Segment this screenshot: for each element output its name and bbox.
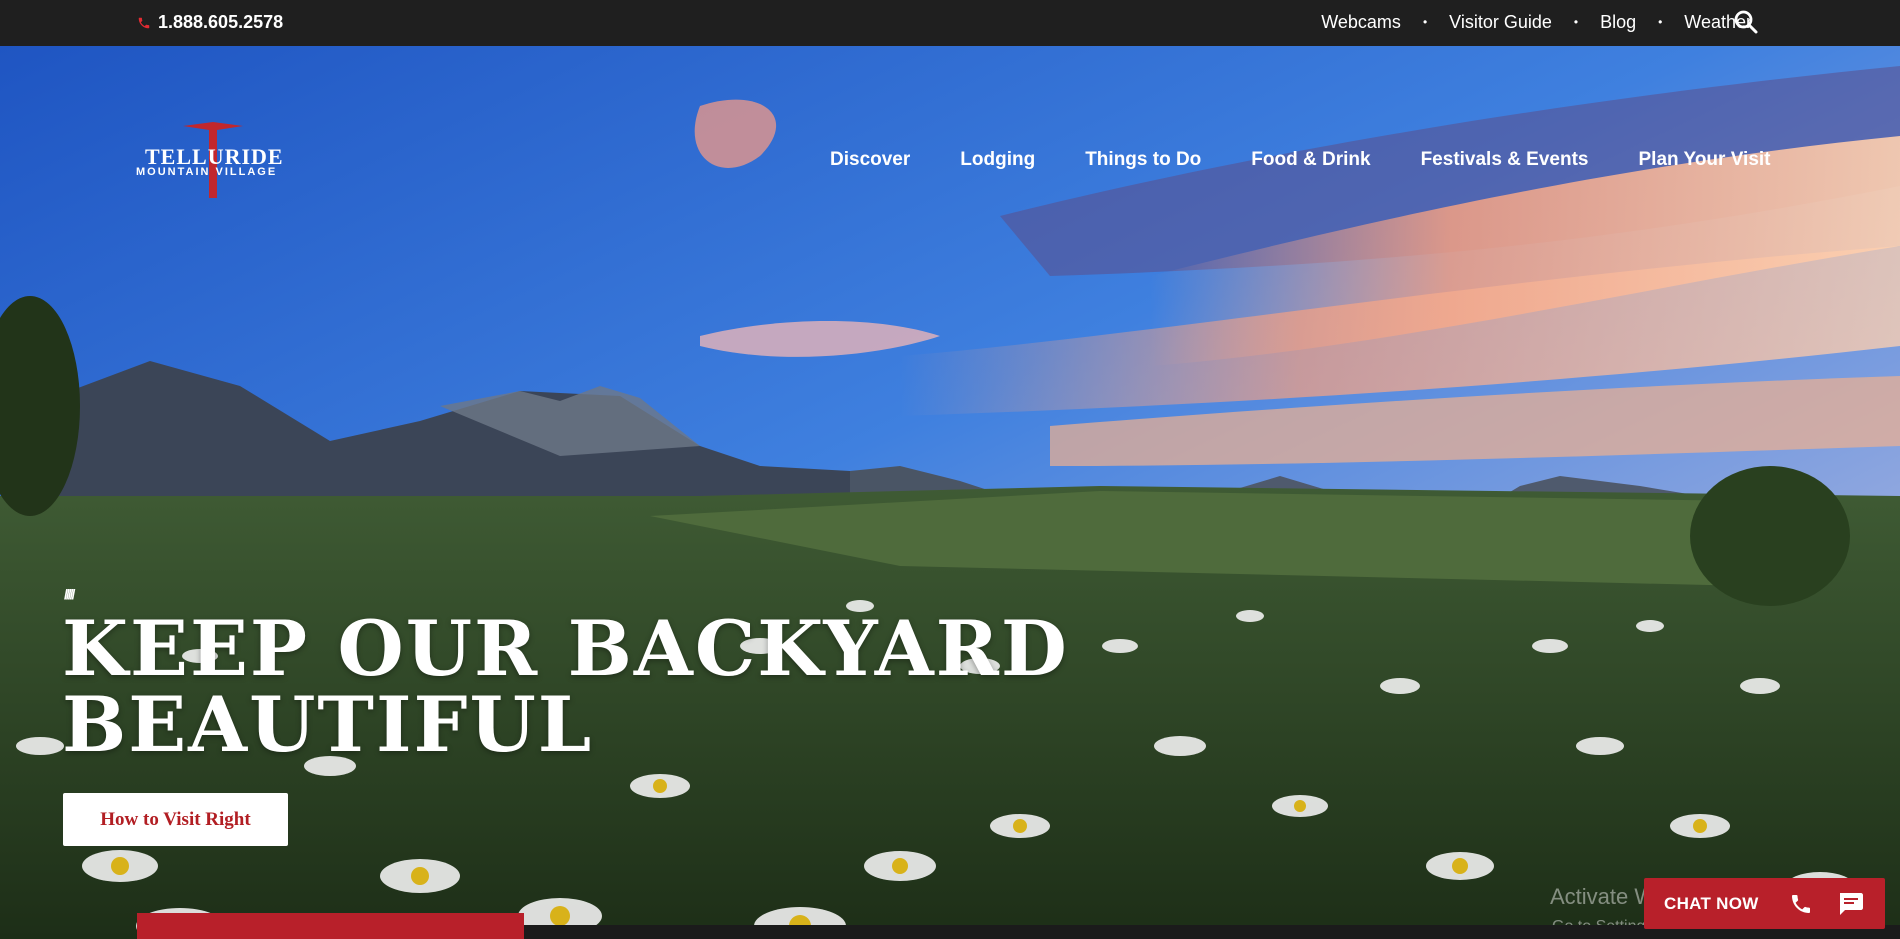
nav-plan-your-visit[interactable]: Plan Your Visit <box>1639 149 1771 171</box>
separator: • <box>1658 15 1663 29</box>
main-navigation: Discover Lodging Things to Do Food & Dri… <box>830 149 1771 171</box>
phone-icon <box>138 17 150 28</box>
headline-line-2: BEAUTIFUL <box>62 680 594 769</box>
utility-links: Webcams • Visitor Guide • Blog • Weather <box>1321 11 1752 33</box>
nav-food-drink[interactable]: Food & Drink <box>1251 149 1370 171</box>
top-utility-bar: 1.888.605.2578 Webcams • Visitor Guide •… <box>0 0 1900 46</box>
logo-line-2: MOUNTAIN VILLAGE <box>136 166 278 178</box>
hero-headline: KEEP OUR BACKYARD BEAUTIFUL <box>62 611 1162 763</box>
separator: • <box>1573 15 1579 29</box>
chat-now-label: CHAT NOW <box>1664 893 1759 913</box>
chat-now-button[interactable]: CHAT NOW <box>1644 878 1885 929</box>
separator: • <box>1422 15 1428 29</box>
phone-link[interactable]: 1.888.605.2578 <box>137 12 283 33</box>
red-tab-strip <box>137 913 524 939</box>
nav-lodging[interactable]: Lodging <box>960 149 1035 171</box>
nav-discover[interactable]: Discover <box>830 149 910 171</box>
phone-icon[interactable] <box>1789 892 1813 916</box>
search-icon[interactable] <box>1733 9 1759 35</box>
phone-number: 1.888.605.2578 <box>158 12 284 32</box>
blog-link[interactable]: Blog <box>1600 12 1636 33</box>
how-to-visit-right-button[interactable]: How to Visit Right <box>63 793 288 846</box>
visitor-guide-link[interactable]: Visitor Guide <box>1449 12 1552 33</box>
nav-things-to-do[interactable]: Things to Do <box>1085 149 1201 171</box>
hero-banner: TELLURIDE MOUNTAIN VILLAGE Discover Lodg… <box>0 46 1900 939</box>
nav-festivals-events[interactable]: Festivals & Events <box>1421 149 1589 171</box>
webcams-link[interactable]: Webcams <box>1321 12 1401 33</box>
logo[interactable]: TELLURIDE MOUNTAIN VILLAGE <box>133 122 319 202</box>
chat-bubble-icon[interactable] <box>1837 891 1864 917</box>
decorative-slashes: ///// <box>64 586 76 602</box>
